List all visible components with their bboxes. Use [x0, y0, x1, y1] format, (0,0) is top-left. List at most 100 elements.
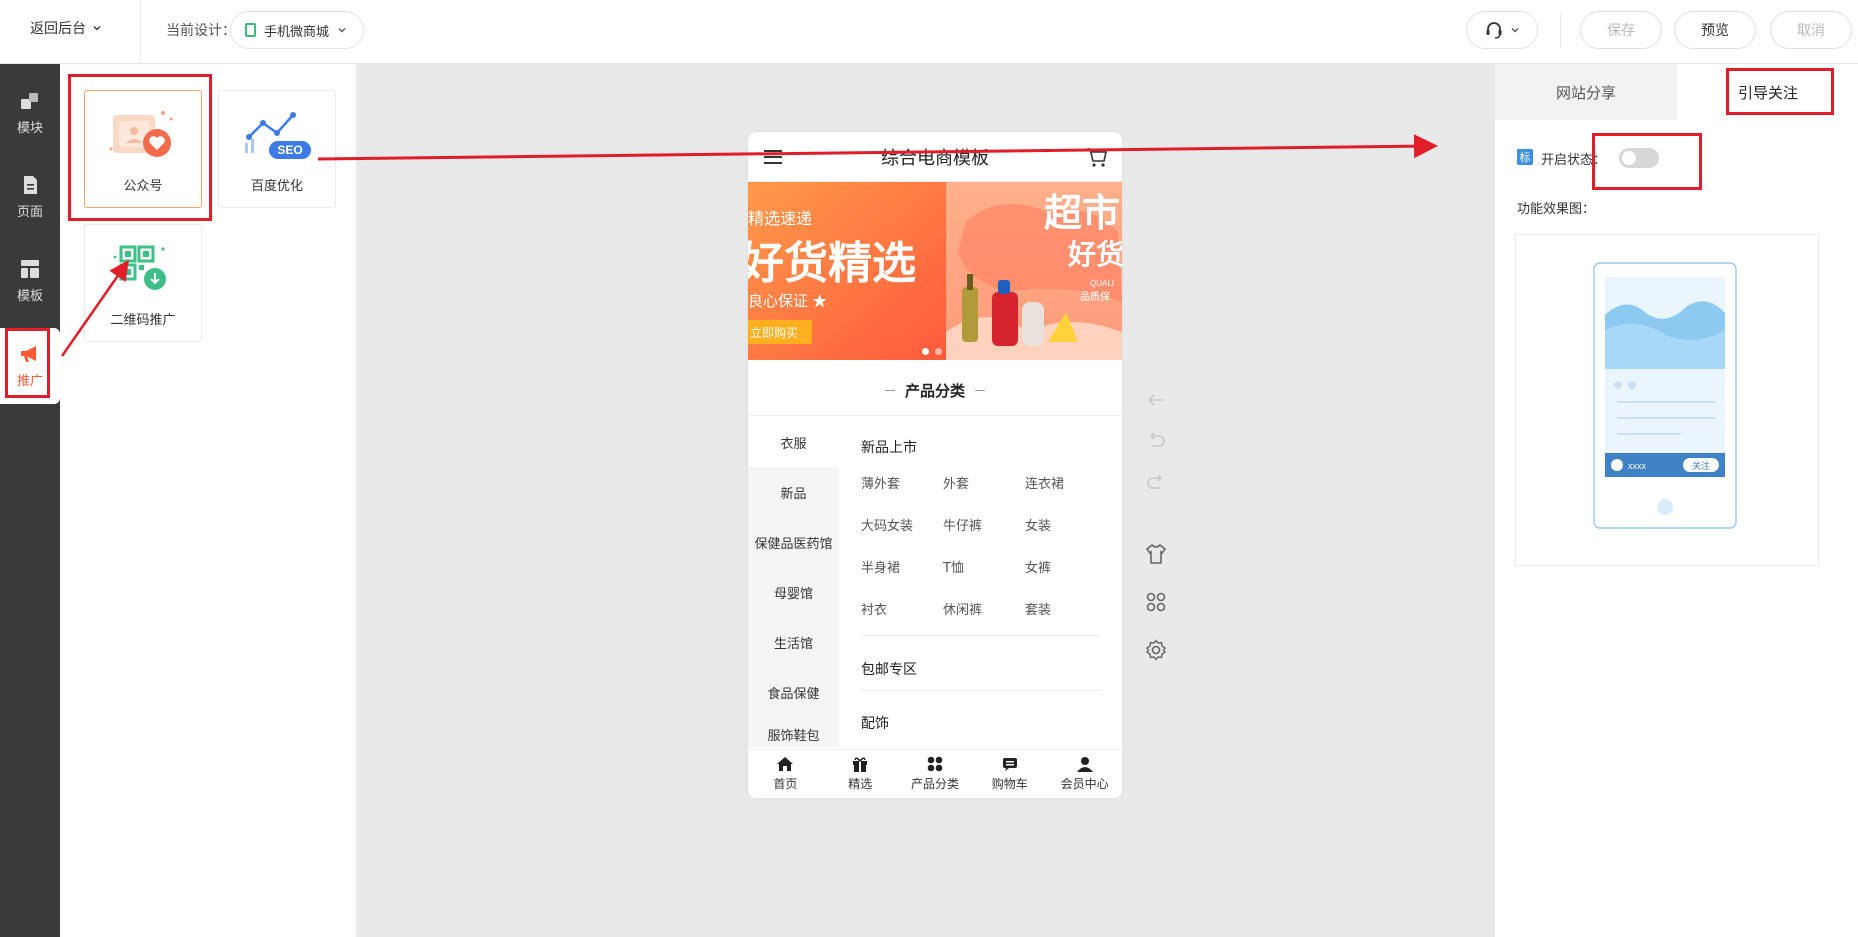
back-to-admin-button[interactable]: 返回后台: [30, 18, 102, 38]
chevron-down-icon: [338, 28, 346, 33]
template-icon: [21, 259, 39, 278]
gear-icon[interactable]: [1144, 638, 1168, 662]
undo-icon[interactable]: [1144, 428, 1168, 452]
wechat-account-heart-icon: [109, 111, 173, 157]
tab-categories[interactable]: 产品分类: [898, 750, 973, 798]
qrcode-download-icon: [113, 245, 166, 290]
cancel-button[interactable]: 取消: [1770, 11, 1852, 49]
divider: [884, 390, 895, 391]
subcategory-item[interactable]: 套装: [1025, 599, 1051, 618]
enable-state-toggle[interactable]: [1619, 148, 1659, 168]
subcategory-item[interactable]: 大码女装: [861, 515, 913, 534]
sidebar-item-page[interactable]: 页面: [0, 160, 60, 234]
category-item[interactable]: 保健品医药馆: [748, 517, 839, 567]
module-icon: [21, 92, 38, 109]
tshirt-icon[interactable]: [1144, 542, 1168, 566]
divider: [861, 690, 1101, 691]
category-item[interactable]: 新品: [748, 467, 839, 517]
subcategory-item[interactable]: 薄外套: [861, 473, 900, 492]
svg-text:良心保证 ★: 良心保证 ★: [748, 293, 827, 310]
tab-home[interactable]: 首页: [748, 750, 823, 798]
module-panel: 公众号 SEO 百度优化 二维码推广: [60, 64, 356, 937]
divider: [861, 635, 1101, 636]
promo-banner[interactable]: 精选速递 好货精选 良心保证 ★ 立即购买 超市 好货 QUALI 品质保: [748, 182, 1122, 360]
module-qrcode-promotion[interactable]: 二维码推广: [84, 224, 202, 342]
menu-icon[interactable]: [764, 149, 784, 165]
sidebar-item-label: 模块: [16, 120, 43, 136]
subcategory-item[interactable]: 外套: [943, 473, 969, 492]
tab-label: 首页: [773, 777, 798, 791]
gift-icon: [853, 757, 868, 772]
svg-text:品质保: 品质保: [1080, 290, 1110, 303]
cart-icon[interactable]: [1086, 146, 1108, 168]
banner-image: 精选速递 好货精选 良心保证 ★ 立即购买 超市 好货 QUALI 品质保: [748, 182, 1122, 360]
subcategory-heading: 包邮专区: [861, 662, 917, 678]
svg-text:关注: 关注: [1692, 460, 1710, 471]
category-item[interactable]: 衣服: [748, 417, 839, 467]
banner-pagination: [922, 348, 942, 355]
sidebar-item-module[interactable]: 模块: [0, 76, 60, 150]
effect-preview-label: 功能效果图：: [1517, 202, 1596, 217]
customer-service-button[interactable]: [1466, 11, 1538, 49]
tab-member[interactable]: 会员中心: [1047, 750, 1122, 798]
subcategory-item[interactable]: 休闲裤: [943, 599, 982, 618]
tab-guide-follow[interactable]: 引导关注: [1677, 64, 1858, 120]
subcategory-item[interactable]: 半身裙: [861, 557, 900, 576]
tab-site-share[interactable]: 网站分享: [1495, 64, 1677, 120]
tab-label: 会员中心: [1060, 777, 1109, 791]
tab-featured[interactable]: 精选: [823, 750, 898, 798]
user-icon: [1076, 757, 1093, 772]
module-wechat-official-account[interactable]: 公众号: [84, 90, 202, 208]
category-item[interactable]: 食品保健: [748, 667, 839, 717]
property-tabs: 网站分享 引导关注: [1495, 64, 1858, 120]
property-panel: 网站分享 引导关注 标 开启状态： 功能效果图： xxxx 关注: [1494, 64, 1858, 937]
seo-chart-icon: SEO: [245, 112, 311, 159]
category-item[interactable]: 母婴馆: [748, 567, 839, 617]
svg-text:QUALI: QUALI: [1090, 279, 1114, 288]
svg-text:好货精选: 好货精选: [748, 239, 916, 288]
svg-text:xxxx: xxxx: [1628, 461, 1647, 471]
pagination-dot[interactable]: [922, 348, 929, 355]
design-select[interactable]: 手机微商城: [230, 11, 364, 49]
subcategory-item[interactable]: 连衣裙: [1025, 473, 1064, 492]
category-item[interactable]: 服饰鞋包: [748, 717, 839, 747]
category-item[interactable]: 生活馆: [748, 617, 839, 667]
grid-icon: [927, 756, 943, 772]
svg-text:立即购买: 立即购买: [750, 325, 798, 340]
toggle-knob: [1622, 151, 1636, 165]
module-label: 百度优化: [250, 179, 303, 194]
preview-button[interactable]: 预览: [1674, 11, 1756, 49]
sidebar-item-template[interactable]: 模板: [0, 244, 60, 318]
save-button[interactable]: 保存: [1580, 11, 1662, 49]
effect-preview-box: xxxx 关注: [1515, 234, 1819, 566]
arrow-left-icon[interactable]: [1144, 388, 1168, 412]
pagination-dot[interactable]: [935, 348, 942, 355]
subcategory-item[interactable]: 女装: [1025, 515, 1051, 534]
tab-cart[interactable]: 购物车: [972, 750, 1047, 798]
tab-label: 购物车: [991, 777, 1028, 791]
subcategory-item[interactable]: T恤: [943, 557, 964, 576]
page-icon: [24, 175, 37, 194]
svg-text:超市: 超市: [1044, 193, 1120, 235]
sidebar-item-label: 页面: [16, 204, 43, 220]
sidebar-item-label: 推广: [16, 373, 43, 389]
enable-state-label: 开启状态：: [1541, 153, 1607, 168]
subcategory-item[interactable]: 衬衣: [861, 599, 887, 618]
redo-icon[interactable]: [1144, 470, 1168, 494]
svg-text:精选速递: 精选速递: [748, 210, 812, 228]
module-label: 公众号: [123, 179, 163, 194]
subcategory-heading: 配饰: [861, 716, 889, 732]
divider: [1560, 14, 1561, 48]
grid-icon[interactable]: [1144, 590, 1168, 614]
tab-label: 产品分类: [910, 777, 959, 791]
module-label: 二维码推广: [110, 313, 176, 328]
subcategory-item[interactable]: 牛仔裤: [943, 515, 982, 534]
category-content: 新品上市 薄外套 外套 连衣裙 大码女装 牛仔裤 女装 半身裙 T恤 女裤 衬衣…: [839, 417, 1122, 747]
module-baidu-seo[interactable]: SEO 百度优化: [218, 90, 336, 208]
cart-icon: [1002, 758, 1017, 771]
category-sidebar: 衣服 新品 保健品医药馆 母婴馆 生活馆 食品保健 服饰鞋包: [748, 417, 839, 747]
mobile-icon: [245, 23, 256, 37]
sidebar-item-promotion[interactable]: 推广: [0, 328, 60, 404]
subcategory-item[interactable]: 女裤: [1025, 557, 1051, 576]
design-name: 手机微商城: [264, 24, 330, 40]
